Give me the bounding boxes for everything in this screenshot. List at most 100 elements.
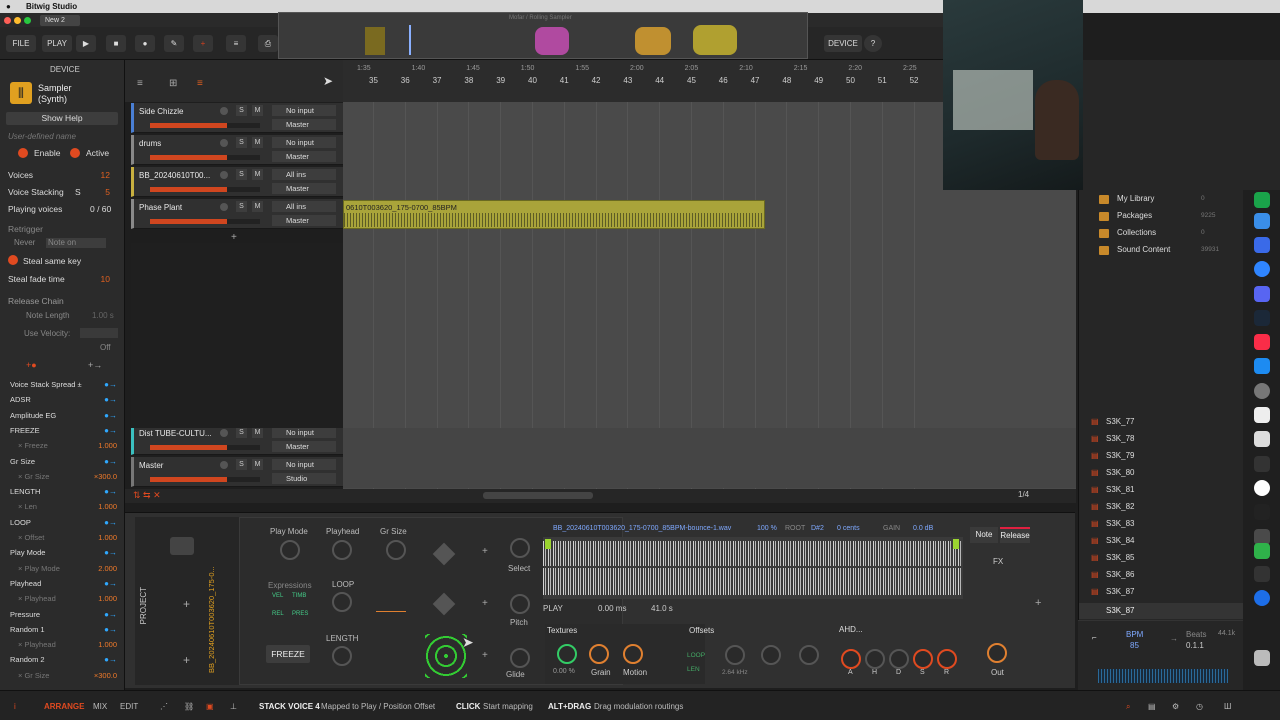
selected-file-row[interactable]: S3K_87	[1079, 603, 1244, 619]
modulation-source-icon[interactable]: ●→	[104, 625, 117, 634]
release-button[interactable]: Release	[1000, 527, 1030, 543]
textures-label[interactable]: Textures	[547, 626, 577, 635]
modulator-row[interactable]: × Play Mode	[18, 564, 60, 573]
record-icon[interactable]: ●	[135, 35, 155, 52]
modulator-row[interactable]: × Len	[18, 502, 37, 511]
glide-knob[interactable]	[510, 648, 530, 668]
modulator-row[interactable]: × Playhead	[18, 594, 56, 603]
browser-location[interactable]: Collections	[1117, 228, 1156, 237]
add-icon[interactable]: +	[482, 650, 488, 661]
track-input-select[interactable]: No input	[272, 427, 336, 438]
browser-file[interactable]: S3K_77	[1106, 417, 1134, 426]
preview-icon[interactable]: ⌐	[1092, 633, 1097, 642]
decay-knob[interactable]	[889, 649, 909, 669]
sustain-knob[interactable]	[913, 649, 933, 669]
modulator-row[interactable]: LENGTH	[10, 487, 40, 496]
arm-record-icon[interactable]	[220, 461, 228, 469]
offsets-label[interactable]: Offsets	[689, 626, 714, 635]
play-mode-knob[interactable]	[280, 540, 300, 560]
add-modulator-icon[interactable]: +●	[26, 360, 37, 370]
horizontal-scrollbar[interactable]	[483, 492, 593, 499]
modulator-amount[interactable]: 1.000	[98, 502, 117, 511]
motion-knob[interactable]	[623, 644, 643, 664]
modulation-source-icon[interactable]: ●→	[104, 579, 117, 588]
note-button[interactable]: Note	[970, 527, 998, 543]
play-icon[interactable]: ▶	[76, 35, 96, 52]
browser-location[interactable]: Packages	[1117, 211, 1152, 220]
piano-icon[interactable]	[1254, 431, 1270, 447]
window-controls[interactable]	[4, 16, 34, 26]
waveform-icon[interactable]: Ш	[1224, 702, 1231, 711]
loop-knob[interactable]	[332, 592, 352, 612]
modulator-row[interactable]: Random 1	[10, 625, 45, 634]
help-button[interactable]: ?	[864, 35, 882, 52]
volume-fader[interactable]	[150, 155, 260, 160]
track-output-select[interactable]: Master	[272, 215, 336, 226]
modulator-row[interactable]: × Playhead	[18, 640, 56, 649]
track-output-select[interactable]: Master	[272, 183, 336, 194]
effect-track-lanes[interactable]	[343, 428, 1076, 488]
track-output-select[interactable]: Master	[272, 441, 336, 452]
modulation-source-icon[interactable]: ●→	[104, 411, 117, 420]
solo-button[interactable]: S	[236, 169, 247, 180]
print-icon[interactable]: ⎙	[258, 35, 278, 52]
volume-fader[interactable]	[150, 219, 260, 224]
solo-button[interactable]: S	[236, 137, 247, 148]
add-icon[interactable]: +	[482, 546, 488, 557]
use-velocity-field[interactable]	[80, 328, 118, 338]
filter-knob[interactable]	[725, 645, 745, 665]
cents-value[interactable]: 0 cents	[837, 525, 860, 532]
gr-size-knob[interactable]	[386, 540, 406, 560]
length-knob[interactable]	[332, 646, 352, 666]
punch-icon[interactable]: +	[193, 35, 213, 52]
solo-button[interactable]: S	[236, 201, 247, 212]
device-thumb[interactable]	[170, 537, 194, 555]
play-text-button[interactable]: PLAY	[42, 35, 72, 52]
track-header[interactable]: Side Chizzle S M No input Master	[131, 103, 343, 133]
modulator-row[interactable]: FREEZE	[10, 426, 40, 435]
dock-app-icon[interactable]	[1254, 237, 1270, 253]
dock-app-icon[interactable]	[1254, 590, 1270, 606]
modulator-row[interactable]: × Offset	[18, 533, 44, 542]
fx-label[interactable]: FX	[993, 557, 1003, 566]
automation-icon[interactable]: ✎	[164, 35, 184, 52]
sample-file-name[interactable]: BB_20240610T003620_175-0700_85BPM-bounce…	[553, 525, 731, 532]
arm-record-icon[interactable]	[220, 429, 228, 437]
active-icon[interactable]	[70, 148, 80, 158]
modulation-source-icon[interactable]: ●→	[104, 610, 117, 619]
track-input-select[interactable]: All ins	[272, 169, 336, 180]
browser-file[interactable]: S3K_79	[1106, 451, 1134, 460]
add-chain-icon[interactable]: +→	[88, 360, 102, 370]
modulator-amount[interactable]: 1.000	[98, 594, 117, 603]
modulator-amount[interactable]: ×300.0	[94, 472, 117, 481]
info-icon[interactable]: i	[14, 702, 16, 711]
sample-waveform[interactable]	[543, 537, 963, 599]
mute-button[interactable]: M	[252, 459, 263, 470]
rel-label[interactable]: REL	[272, 611, 284, 617]
browser-location[interactable]: My Library	[1117, 194, 1154, 203]
never-option[interactable]: Never	[14, 238, 35, 247]
dock-app-icon[interactable]	[1254, 504, 1270, 520]
file-button[interactable]: FILE	[6, 35, 36, 52]
menu-icon[interactable]: ≡	[226, 35, 246, 52]
track-name[interactable]: BB_20240610T00...	[139, 171, 210, 180]
play-label[interactable]: PLAY	[543, 604, 563, 613]
solo-button[interactable]: S	[236, 427, 247, 438]
grid-icon[interactable]: ⊞	[169, 78, 177, 89]
release-knob[interactable]	[937, 649, 957, 669]
stacking-s[interactable]: S	[75, 187, 81, 197]
out-knob[interactable]	[987, 643, 1007, 663]
modulator-row[interactable]: × Gr Size	[18, 671, 49, 680]
mute-button[interactable]: M	[252, 137, 263, 148]
loop-offset-label[interactable]: LOOP	[687, 652, 705, 659]
list-icon[interactable]: ≡	[197, 78, 203, 89]
device-button[interactable]: DEVICE	[824, 35, 862, 52]
browser-file[interactable]: S3K_83	[1106, 519, 1134, 528]
voice-stack-grid[interactable]	[425, 634, 467, 678]
messages-icon[interactable]	[1254, 543, 1270, 559]
grain-knob[interactable]	[589, 644, 609, 664]
modulation-source-icon[interactable]: ●→	[104, 518, 117, 527]
pitch-knob[interactable]	[510, 594, 530, 614]
vel-label[interactable]: VEL	[272, 593, 283, 599]
waveform-zoom[interactable]: 100 %	[757, 525, 777, 532]
